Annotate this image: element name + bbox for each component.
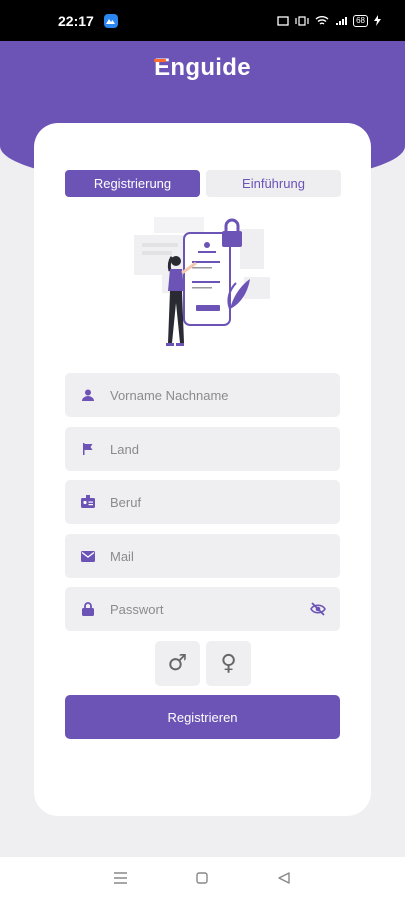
signup-illustration xyxy=(134,217,270,346)
person-icon xyxy=(80,387,96,403)
eye-off-icon[interactable] xyxy=(310,601,326,617)
job-input[interactable] xyxy=(110,494,300,510)
lock-icon xyxy=(80,601,96,617)
password-input[interactable] xyxy=(110,601,300,617)
mail-icon xyxy=(80,548,96,564)
job-field[interactable] xyxy=(65,480,340,524)
wifi-icon xyxy=(315,15,329,25)
badge-icon xyxy=(80,494,96,510)
status-time: 22:17 xyxy=(58,12,94,29)
notification-app-icon xyxy=(103,13,118,28)
screenshot-icon xyxy=(277,15,289,26)
battery-icon: 68 xyxy=(353,14,368,27)
country-input[interactable] xyxy=(110,441,300,457)
mail-field[interactable] xyxy=(65,534,340,578)
gender-female-button[interactable]: ♀ xyxy=(206,641,251,686)
registration-card: Registrierung Einführung Vorname Nachnam… xyxy=(34,123,371,816)
register-button[interactable]: Registrieren xyxy=(65,695,340,739)
name-input[interactable] xyxy=(110,387,300,403)
country-field[interactable] xyxy=(65,427,340,471)
app-logo: Enguide xyxy=(154,54,251,81)
tab-einfuehrung[interactable]: Einführung xyxy=(206,170,341,197)
signal-icon xyxy=(336,16,348,25)
gender-selector: ♂ ♀ xyxy=(155,641,251,686)
status-bar: 22:17 68 xyxy=(0,0,405,41)
vibrate-icon xyxy=(295,15,309,26)
tab-registrierung[interactable]: Registrierung xyxy=(65,170,200,197)
name-field[interactable] xyxy=(65,373,340,417)
password-field[interactable] xyxy=(65,587,340,631)
tab-bar: Registrierung Einführung xyxy=(65,170,341,197)
system-nav-bar xyxy=(0,857,405,899)
mail-input[interactable] xyxy=(110,548,300,564)
charging-icon xyxy=(374,15,381,26)
status-indicators: 68 xyxy=(277,14,381,27)
home-icon[interactable] xyxy=(195,871,209,885)
back-icon[interactable] xyxy=(277,871,291,885)
flag-icon xyxy=(80,441,96,457)
menu-icon[interactable] xyxy=(114,871,128,885)
gender-male-button[interactable]: ♂ xyxy=(155,641,200,686)
